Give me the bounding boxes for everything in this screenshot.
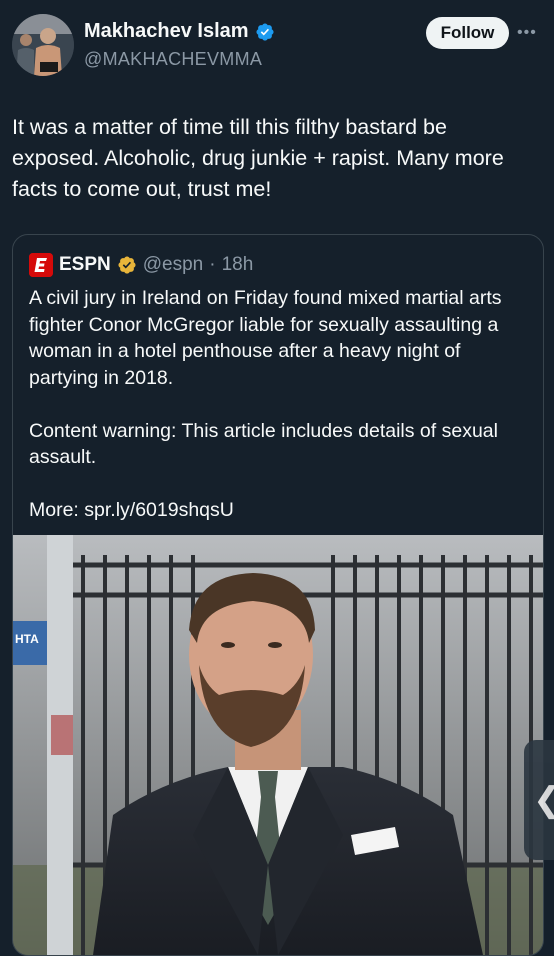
sign-text: HTA xyxy=(15,632,39,646)
avatar-image xyxy=(12,14,74,76)
quoted-tweet-header: ESPN @espn · 18h xyxy=(29,253,253,277)
quoted-tweet-body: A civil jury in Ireland on Friday found … xyxy=(29,285,529,550)
more-options-icon[interactable]: ••• xyxy=(517,24,541,44)
quoted-tweet[interactable]: ESPN @espn · 18h A civil jury in Ireland… xyxy=(12,234,544,956)
author-avatar[interactable] xyxy=(12,14,74,76)
author-name[interactable]: Makhachev Islam xyxy=(84,20,249,43)
separator-dot: · xyxy=(209,254,216,275)
verified-badge-icon xyxy=(255,22,274,41)
chevron-left-icon: ❮ xyxy=(533,780,554,820)
quoted-link-paragraph[interactable]: More: spr.ly/6019shqsU xyxy=(29,497,529,524)
side-panel-handle[interactable]: ❮ xyxy=(524,740,554,860)
author-handle[interactable]: @MAKHACHEVMMA xyxy=(84,49,262,70)
follow-button[interactable]: Follow xyxy=(426,17,509,49)
quoted-author-name[interactable]: ESPN xyxy=(59,254,111,276)
gold-verified-badge-icon xyxy=(118,256,136,274)
quoted-tweet-photo[interactable]: HTA xyxy=(13,535,543,955)
quoted-paragraph: Content warning: This article includes d… xyxy=(29,419,498,469)
quoted-author-handle[interactable]: @espn xyxy=(143,254,204,276)
author-name-row: Makhachev Islam xyxy=(84,20,275,43)
quoted-timestamp[interactable]: 18h xyxy=(222,254,254,276)
quoted-paragraph: A civil jury in Ireland on Friday found … xyxy=(29,287,502,389)
espn-logo-icon xyxy=(29,253,53,277)
tweet-text: It was a matter of time till this filthy… xyxy=(12,115,504,201)
